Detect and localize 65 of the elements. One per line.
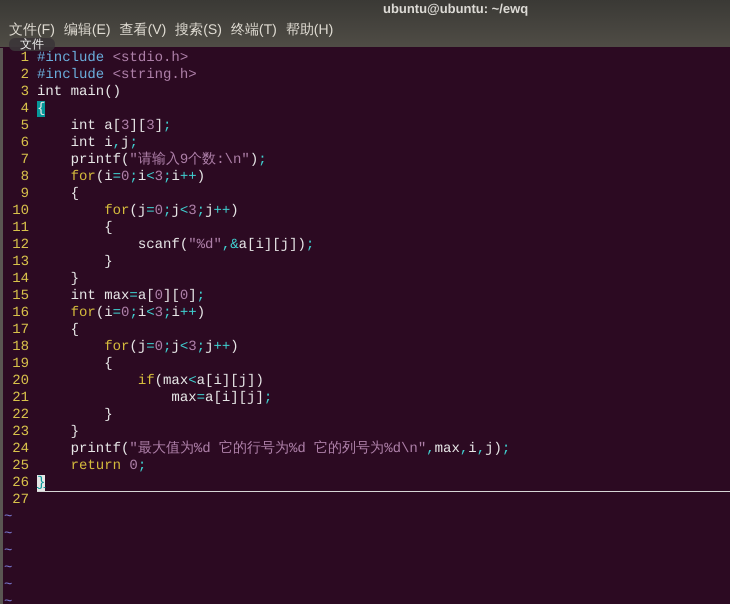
line-number: 3 [20,84,29,101]
code-line: { [70,186,80,202]
line-number: 8 [20,169,29,186]
code-line: for(i=0;i<3;i++) [70,169,206,185]
code-line: printf("请输入9个数:\n"); [70,152,267,168]
line-number: 7 [20,152,29,169]
empty-line-marker: ~ [4,560,12,576]
code-line: scanf("%d",&a[i][j]); [136,237,314,253]
line-number: 5 [20,118,29,135]
line-number: 14 [11,271,29,288]
code-line: } [103,407,113,423]
window-title: ubuntu@ubuntu: ~/ewq [383,0,528,18]
line-number: 23 [11,424,29,441]
line-number: 12 [11,237,29,254]
code-line: for(j=0;j<3;j++) [103,203,239,219]
code-line: { [70,322,80,338]
line-number: 2 [20,67,29,84]
tooltip: 文件 [9,38,55,51]
menu-item[interactable]: 文件(F) [9,19,55,39]
line-number: 25 [11,458,29,475]
line-number: 10 [11,203,29,220]
line-number: 15 [11,288,29,305]
line-number: 26 [11,475,29,492]
code-line: { [103,220,113,236]
empty-line-marker: ~ [4,526,12,542]
code-line: int main() [37,84,122,100]
code-line: printf("最大值为%d 它的行号为%d 它的列号为%d\n",max,i,j); [70,441,510,457]
empty-line-marker: ~ [4,509,12,525]
menu-item[interactable]: 查看(V) [120,19,166,39]
menu-item[interactable]: 搜索(S) [175,19,222,39]
code-line: max=a[i][j]; [170,390,272,406]
code-line: int a[3][3]; [70,118,172,134]
line-number: 11 [11,220,29,237]
code-line: return 0; [70,458,146,474]
empty-line-marker: ~ [4,577,12,593]
empty-line-marker: ~ [4,543,12,559]
line-number: 17 [11,322,29,339]
code-line: } [70,271,80,287]
menu-item[interactable]: 终端(T) [230,19,277,39]
line-number: 6 [20,135,29,152]
code-line: } [103,254,113,270]
line-number: 20 [11,373,29,390]
code-line: #include <string.h> [37,67,197,83]
menu-item[interactable]: 帮助(H) [286,19,334,39]
line-number: 1 [20,50,29,67]
code-line: int max=a[0][0]; [70,288,206,304]
line-number: 9 [20,186,29,203]
menu-item[interactable]: 编辑(E) [64,19,111,39]
empty-line-marker: ~ [4,594,12,604]
line-number: 27 [11,492,29,509]
line-number: 19 [11,356,29,373]
line-number: 16 [11,305,29,322]
code-line: { [103,356,113,372]
code-line: for(j=0;j<3;j++) [103,339,239,355]
code-line: } [70,424,80,440]
code-line: int i,j; [70,135,138,151]
line-number: 21 [11,390,29,407]
line-number: 24 [11,441,29,458]
code-line: for(i=0;i<3;i++) [70,305,206,321]
line-number: 18 [11,339,29,356]
line-number: 13 [11,254,29,271]
line-number: 4 [20,101,29,118]
code-line: #include <stdio.h> [37,50,188,66]
code-line: if(max<a[i][j]) [136,373,264,389]
line-number: 22 [11,407,29,424]
